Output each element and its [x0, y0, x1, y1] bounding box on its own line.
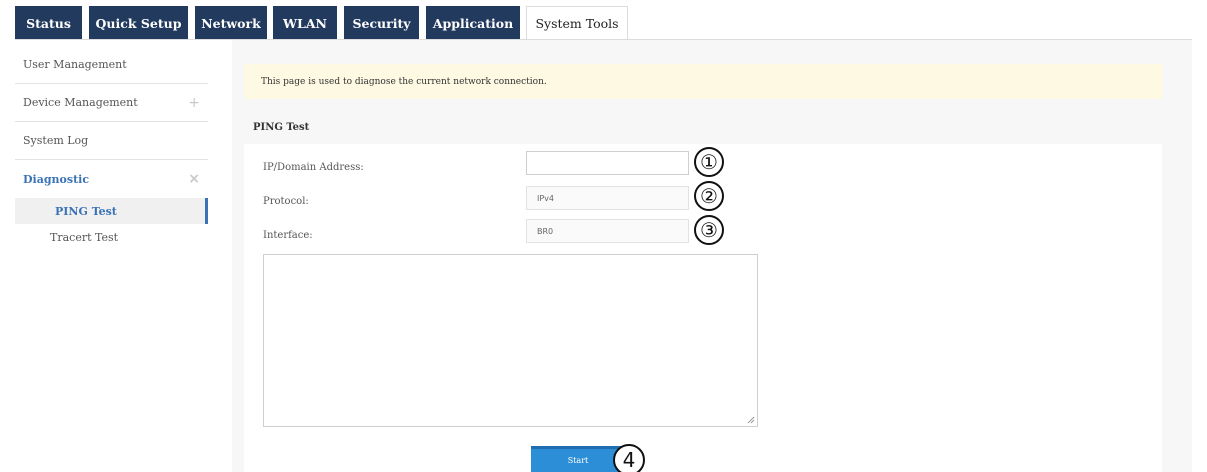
sidebar-item-label: Diagnostic	[23, 172, 90, 186]
ping-output-textarea[interactable]	[263, 254, 758, 427]
expand-plus-icon[interactable]: +	[188, 95, 200, 111]
sidebar-item-label: User Management	[23, 58, 127, 71]
callout-3: ③	[694, 215, 724, 245]
sidebar-item-user-management[interactable]: User Management	[15, 46, 208, 84]
callout-2: ②	[694, 181, 724, 211]
resize-handle-icon[interactable]	[747, 416, 755, 424]
info-notice: This page is used to diagnose the curren…	[244, 64, 1162, 99]
sidebar-subitem-ping-test[interactable]: PING Test	[15, 198, 208, 224]
callout-1: ①	[694, 147, 724, 177]
sidebar-item-label: System Log	[23, 134, 89, 147]
section-title: PING Test	[253, 122, 310, 133]
sidebar-item-label: Device Management	[23, 96, 138, 109]
tab-security[interactable]: Security	[344, 6, 419, 40]
callout-4: 4	[613, 444, 645, 472]
interface-label: Interface:	[263, 230, 313, 241]
sidebar: User Management Device Management + Syst…	[15, 46, 208, 250]
top-tab-bar: Status Quick Setup Network WLAN Security…	[0, 0, 1207, 40]
start-button[interactable]: Start	[531, 446, 625, 472]
collapse-x-icon[interactable]: ×	[188, 171, 200, 187]
protocol-label: Protocol:	[263, 196, 309, 207]
address-label: IP/Domain Address:	[263, 162, 364, 173]
tab-system-tools[interactable]: System Tools	[526, 6, 628, 40]
tab-status[interactable]: Status	[15, 6, 82, 40]
sidebar-item-device-management[interactable]: Device Management +	[15, 84, 208, 122]
main-content: This page is used to diagnose the curren…	[232, 40, 1192, 472]
tab-wlan[interactable]: WLAN	[273, 6, 337, 40]
tab-quick-setup[interactable]: Quick Setup	[89, 6, 188, 40]
interface-select[interactable]: BR0	[526, 219, 689, 243]
sidebar-item-system-log[interactable]: System Log	[15, 122, 208, 160]
sidebar-subitem-tracert-test[interactable]: Tracert Test	[15, 224, 208, 250]
tab-application[interactable]: Application	[426, 6, 520, 40]
ping-form-panel: IP/Domain Address: ① Protocol: IPv4 ② In…	[244, 144, 1162, 472]
protocol-select[interactable]: IPv4	[526, 186, 689, 210]
sidebar-item-diagnostic[interactable]: Diagnostic ×	[15, 160, 208, 198]
tab-network[interactable]: Network	[195, 6, 267, 40]
address-input[interactable]	[526, 151, 689, 175]
